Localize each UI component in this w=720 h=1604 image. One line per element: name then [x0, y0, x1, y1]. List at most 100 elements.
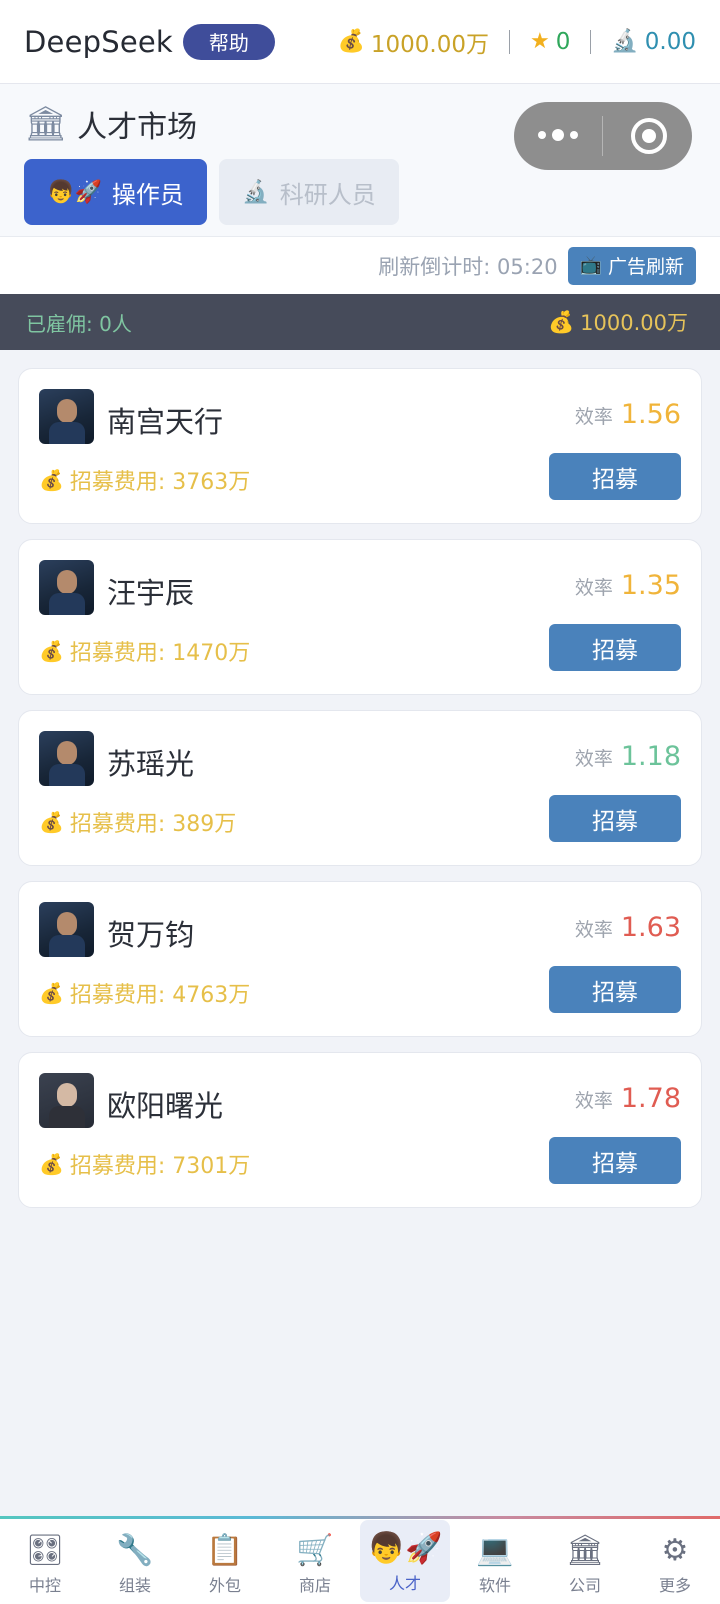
nav-item-shop[interactable]: 🛒 商店: [270, 1516, 360, 1604]
refresh-row: 刷新倒计时: 05:20 📺 广告刷新: [0, 236, 720, 294]
efficiency-label: 效率: [574, 577, 613, 599]
nav-item-more[interactable]: ⚙ 更多: [630, 1516, 720, 1604]
recruit-button[interactable]: 招募: [549, 453, 681, 500]
miniprogram-capsule: [514, 102, 692, 170]
building-icon: 🏛: [24, 104, 68, 144]
candidate-name: 汪宇辰: [107, 576, 195, 610]
avatar: [39, 1073, 94, 1128]
recruit-fee: 💰 招募费用: 7301万: [39, 1148, 250, 1180]
money-bag-icon: 💰: [39, 639, 64, 663]
tab-researcher[interactable]: 🔬 科研人员: [219, 159, 399, 225]
nav-label: 更多: [658, 1576, 691, 1595]
efficiency-value: 1.35: [620, 570, 681, 601]
efficiency-value: 1.63: [620, 912, 681, 943]
recruit-fee: 💰 招募费用: 1470万: [39, 635, 250, 667]
control-panel-icon: 🎛: [25, 1533, 65, 1568]
hired-count: 已雇佣: 0人: [26, 311, 132, 336]
recruit-button[interactable]: 招募: [549, 795, 681, 842]
candidate-card: 贺万钧 效率 1.63 💰 招募费用: 4763万 招募: [18, 881, 702, 1037]
candidate-name: 欧阳曙光: [107, 1089, 224, 1123]
ad-refresh-label: 广告刷新: [607, 256, 684, 278]
avatar: [39, 902, 94, 957]
recruit-fee-text: 招募费用: 1470万: [69, 641, 251, 666]
nav-item-software[interactable]: 💻 软件: [450, 1516, 540, 1604]
candidate-card: 苏瑶光 效率 1.18 💰 招募费用: 389万 招募: [18, 710, 702, 866]
money-bag-icon: 💰: [39, 1152, 64, 1176]
efficiency-label: 效率: [574, 748, 613, 770]
nav-label: 外包: [208, 1576, 241, 1595]
worker-rocket-icon: 👦🚀: [367, 1531, 443, 1566]
nav-item-company[interactable]: 🏛 公司: [540, 1516, 630, 1604]
nav-label: 中控: [28, 1576, 61, 1595]
tab-operator[interactable]: 👦🚀 操作员: [24, 159, 207, 225]
candidate-name: 苏瑶光: [107, 747, 195, 781]
summary-bar: 已雇佣: 0人 💰 1000.00万: [0, 294, 720, 350]
divider: [590, 29, 592, 54]
ad-refresh-button[interactable]: 📺 广告刷新: [567, 246, 696, 285]
candidate-list: 南宫天行 效率 1.56 💰 招募费用: 3763万 招募 汪宇辰 效率 1.3…: [18, 368, 702, 1223]
nav-item-assemble[interactable]: 🔧 组装: [90, 1516, 180, 1604]
avatar: [39, 389, 94, 444]
microscope-icon: 🔬: [611, 29, 639, 54]
nav-label: 公司: [568, 1576, 601, 1595]
nav-label: 商店: [298, 1576, 331, 1595]
tab-researcher-label: 科研人员: [279, 180, 376, 209]
money-bag-icon: 💰: [39, 810, 64, 834]
recruit-button[interactable]: 招募: [549, 624, 681, 671]
top-header: DeepSeek 帮助 💰 1000.00万 ★ 0 🔬 0.00: [0, 0, 720, 84]
app-name: DeepSeek: [24, 24, 173, 59]
help-button[interactable]: 帮助: [182, 23, 275, 60]
money-bag-icon: 💰: [337, 29, 365, 54]
candidate-card: 南宫天行 效率 1.56 💰 招募费用: 3763万 招募: [18, 368, 702, 524]
research-value: 0.00: [644, 28, 696, 55]
nav-label: 软件: [478, 1576, 511, 1595]
page-title-text: 人才市场: [77, 110, 198, 145]
avatar: [39, 560, 94, 615]
candidate-name: 贺万钧: [107, 918, 195, 952]
candidate-card: 汪宇辰 效率 1.35 💰 招募费用: 1470万 招募: [18, 539, 702, 695]
nav-label: 组装: [118, 1576, 151, 1595]
clipboard-icon: 📋: [206, 1533, 244, 1568]
recruit-fee-text: 招募费用: 389万: [69, 812, 237, 837]
balance: 💰 1000.00万: [548, 307, 688, 337]
nav-label: 人才: [388, 1574, 421, 1593]
more-menu-icon[interactable]: [514, 129, 602, 141]
money-bag-icon: 💰: [39, 468, 64, 492]
market-header: 🏛 人才市场 👦🚀 操作员 🔬 科研人员: [0, 84, 720, 236]
efficiency-label: 效率: [574, 406, 613, 428]
divider: [509, 29, 510, 54]
research-stat: 🔬 0.00: [611, 29, 696, 55]
recruit-fee: 💰 招募费用: 3763万: [39, 464, 250, 496]
star-stat: ★ 0: [530, 29, 570, 55]
microscope-icon: 🔬: [242, 179, 270, 205]
star-value: 0: [555, 28, 571, 55]
efficiency: 效率 1.18: [575, 741, 681, 772]
recruit-fee-text: 招募费用: 7301万: [69, 1154, 251, 1179]
page-title: 🏛 人才市场: [24, 102, 197, 146]
efficiency: 效率 1.56: [575, 399, 681, 430]
money-value: 1000.00万: [370, 31, 489, 58]
nav-item-control[interactable]: 🎛 中控: [0, 1516, 90, 1604]
recruit-button[interactable]: 招募: [549, 1137, 681, 1184]
cart-icon: 🛒: [296, 1533, 334, 1568]
money-stat: 💰 1000.00万: [337, 25, 489, 59]
building-icon: 🏛: [565, 1533, 605, 1568]
nav-item-outsource[interactable]: 📋 外包: [180, 1516, 270, 1604]
worker-rocket-icon: 👦🚀: [47, 179, 102, 205]
close-target-icon[interactable]: [631, 118, 667, 154]
recruit-fee: 💰 招募费用: 389万: [39, 806, 236, 838]
efficiency-value: 1.18: [620, 741, 681, 772]
efficiency-value: 1.56: [620, 399, 681, 430]
star-icon: ★: [530, 29, 550, 54]
balance-value: 1000.00万: [580, 311, 688, 335]
recruit-button[interactable]: 招募: [549, 966, 681, 1013]
nav-item-talent[interactable]: 👦🚀 人才: [360, 1520, 450, 1602]
efficiency-value: 1.78: [620, 1083, 681, 1114]
efficiency: 效率 1.78: [575, 1083, 681, 1114]
role-tabs: 👦🚀 操作员 🔬 科研人员: [24, 159, 399, 225]
laptop-icon: 💻: [476, 1533, 514, 1568]
refresh-countdown: 刷新倒计时: 05:20: [378, 254, 558, 279]
recruit-fee-text: 招募费用: 4763万: [69, 983, 251, 1008]
candidate-name: 南宫天行: [107, 405, 224, 439]
efficiency-label: 效率: [574, 919, 613, 941]
